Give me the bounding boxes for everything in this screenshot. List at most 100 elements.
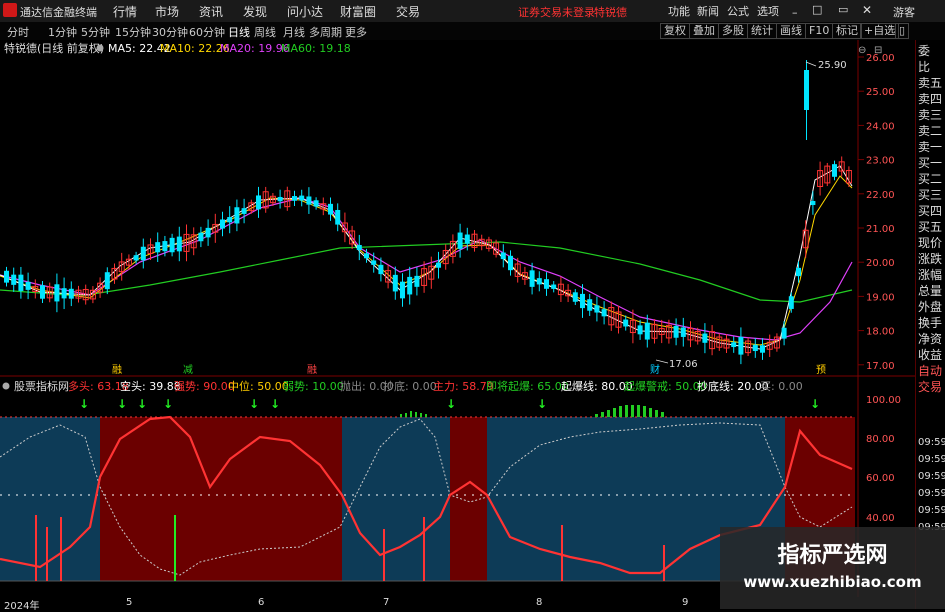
- tool-adjust[interactable]: 复权: [660, 23, 690, 39]
- menu-discover[interactable]: 发现: [243, 3, 267, 20]
- side-label[interactable]: 卖三: [918, 108, 942, 122]
- candle-down: [680, 327, 686, 337]
- price-tick-label: 18.00: [866, 327, 895, 338]
- tool-stats[interactable]: 统计: [747, 23, 777, 39]
- period-1min[interactable]: 1分钟: [48, 24, 77, 40]
- candle-down: [198, 232, 204, 242]
- side-label[interactable]: 总量: [918, 284, 942, 298]
- tool-mark[interactable]: 标记: [832, 23, 862, 39]
- menu-trade[interactable]: 交易: [396, 3, 420, 20]
- candle-down: [364, 253, 369, 259]
- candle-down: [731, 342, 737, 348]
- period-15min[interactable]: 15分钟: [115, 24, 151, 40]
- watermark-banner: 指标严选网 www.xuezhibiao.com: [720, 527, 945, 609]
- period-5min[interactable]: 5分钟: [81, 24, 110, 40]
- buy-arrow-icon: ↓: [163, 397, 173, 411]
- side-label[interactable]: 买五: [918, 220, 942, 234]
- candle-down: [61, 288, 67, 299]
- indicator-param: 抄底: 0.00: [383, 379, 437, 393]
- side-label[interactable]: 交易: [918, 380, 942, 394]
- side-time: 09:59: [918, 471, 945, 482]
- tool-f10[interactable]: F10: [805, 23, 834, 39]
- menu-options[interactable]: 选项: [757, 3, 779, 19]
- menu-headlines[interactable]: 新闻: [697, 3, 719, 19]
- event-marker-forecast[interactable]: 预: [816, 364, 826, 376]
- menu-function[interactable]: 功能: [668, 3, 690, 19]
- period-daily[interactable]: 日线: [228, 24, 250, 40]
- tool-panel[interactable]: ▯: [895, 23, 910, 39]
- candle-down: [529, 270, 535, 287]
- side-label[interactable]: 涨幅: [918, 268, 942, 282]
- side-label[interactable]: 涨跌: [918, 252, 942, 266]
- close-icon[interactable]: ✕: [862, 3, 872, 17]
- side-label[interactable]: 卖四: [918, 92, 942, 106]
- candle-down: [752, 344, 758, 352]
- indicator-toggle-icon[interactable]: [2, 382, 10, 390]
- tool-multi[interactable]: 多股: [718, 23, 748, 39]
- menu-ask[interactable]: 问小达: [287, 3, 323, 20]
- period-intraday[interactable]: 分时: [7, 24, 29, 40]
- candle-down: [54, 284, 60, 302]
- period-more[interactable]: 更多: [345, 24, 367, 40]
- side-label[interactable]: 外盘: [918, 300, 942, 314]
- guest-button[interactable]: 游客: [893, 4, 915, 20]
- side-label[interactable]: 收益: [918, 348, 942, 362]
- green-bar: [420, 413, 422, 417]
- candle-down: [788, 296, 794, 309]
- restore-icon[interactable]: □: [812, 3, 822, 16]
- candle-down: [738, 336, 744, 355]
- menu-market[interactable]: 市场: [155, 3, 179, 20]
- side-label[interactable]: 买二: [918, 172, 942, 186]
- app-logo-icon: [3, 3, 17, 17]
- menu-formula[interactable]: 公式: [727, 3, 749, 19]
- candle-down: [508, 255, 513, 271]
- side-label[interactable]: 比: [918, 60, 930, 74]
- event-marker-finance[interactable]: 财: [650, 363, 660, 376]
- period-monthly[interactable]: 月线: [283, 24, 305, 40]
- ma-toggle-icon[interactable]: [96, 44, 104, 52]
- candle-down: [702, 333, 708, 343]
- side-label[interactable]: 买一: [918, 156, 942, 170]
- side-label[interactable]: 换手: [918, 316, 942, 330]
- candle-down: [436, 262, 441, 268]
- event-marker-margin[interactable]: 融: [112, 364, 122, 376]
- candle-down: [371, 260, 377, 265]
- candle-down: [400, 281, 405, 299]
- period-60min[interactable]: 60分钟: [189, 24, 225, 40]
- candle-down: [227, 217, 233, 223]
- period-30min[interactable]: 30分钟: [152, 24, 188, 40]
- menu-quotes[interactable]: 行情: [113, 3, 137, 20]
- candle-down: [133, 255, 139, 261]
- green-bar: [607, 410, 610, 417]
- menu-news[interactable]: 资讯: [199, 3, 223, 20]
- tool-add-watch[interactable]: +自选: [860, 23, 900, 39]
- side-label[interactable]: 买三: [918, 188, 942, 202]
- price-tick-label: 23.00: [866, 156, 895, 167]
- price-tick-label: 21.00: [866, 224, 895, 235]
- period-weekly[interactable]: 周线: [254, 24, 276, 40]
- side-label[interactable]: 净资: [918, 332, 942, 346]
- side-label[interactable]: 卖二: [918, 124, 942, 138]
- side-label[interactable]: 委: [918, 44, 930, 58]
- xaxis-july: 7: [383, 597, 390, 608]
- green-bar: [655, 410, 658, 417]
- period-multi[interactable]: 多周期: [309, 24, 342, 40]
- event-marker-margin-2[interactable]: 融: [307, 364, 317, 376]
- side-label[interactable]: 卖五: [918, 76, 942, 90]
- side-label[interactable]: 卖一: [918, 140, 942, 154]
- candle-down: [140, 246, 146, 261]
- minimize-icon[interactable]: –: [792, 6, 798, 19]
- tool-draw[interactable]: 画线: [776, 23, 806, 39]
- maximize-icon[interactable]: ▭: [838, 3, 848, 16]
- menu-wealth[interactable]: 财富圈: [340, 3, 376, 20]
- side-label[interactable]: 买四: [918, 204, 942, 218]
- side-time: 09:59: [918, 437, 945, 448]
- side-label[interactable]: 自动: [918, 364, 942, 378]
- tool-overlay[interactable]: 叠加: [689, 23, 719, 39]
- kline-chart[interactable]: 特锐德(日线 前复权) MA5: 22.42 MA10: 22.26 MA20:…: [0, 40, 915, 377]
- login-notice[interactable]: 证券交易未登录: [518, 4, 595, 20]
- candle-down: [572, 292, 578, 302]
- side-label[interactable]: 现价: [918, 236, 942, 250]
- candle-down: [328, 203, 333, 215]
- event-marker-reduce[interactable]: 减: [183, 364, 193, 376]
